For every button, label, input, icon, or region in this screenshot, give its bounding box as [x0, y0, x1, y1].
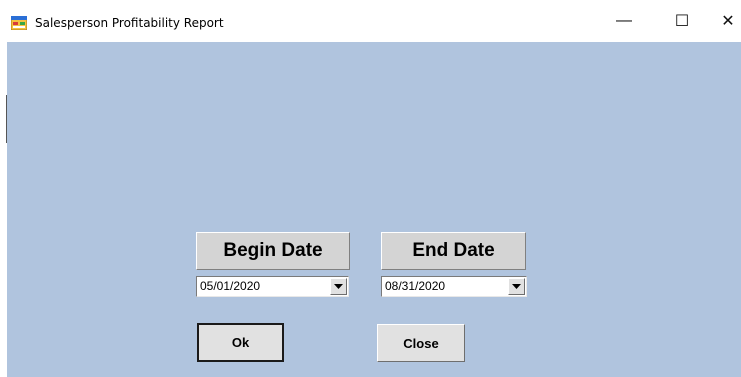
end-date-label-text: End Date [412, 240, 495, 261]
chevron-down-icon [334, 284, 343, 289]
window-title: Salesperson Profitability Report [35, 16, 224, 30]
begin-date-dropdown-button[interactable] [330, 278, 347, 295]
end-date-picker[interactable]: 08/31/2020 [381, 276, 527, 297]
close-button-label: Close [403, 335, 439, 351]
minimize-icon: — [616, 12, 632, 29]
end-date-value[interactable]: 08/31/2020 [385, 279, 445, 293]
close-icon: ✕ [721, 13, 735, 30]
close-button[interactable]: Close [377, 324, 465, 362]
app-form-icon[interactable] [10, 15, 28, 31]
minimize-button[interactable]: — [601, 0, 647, 42]
chevron-down-icon [512, 284, 521, 289]
ok-button[interactable]: Ok [197, 323, 284, 362]
maximize-icon: ☐ [674, 13, 690, 30]
maximize-button[interactable]: ☐ [659, 0, 705, 42]
ok-button-label: Ok [231, 335, 250, 350]
end-date-dropdown-button[interactable] [508, 278, 525, 295]
form-client-area [7, 42, 741, 377]
begin-date-value[interactable]: 05/01/2020 [200, 279, 260, 293]
begin-date-label-text: Begin Date [223, 240, 323, 261]
begin-date-picker[interactable]: 05/01/2020 [196, 276, 349, 297]
end-date-label: End Date [381, 232, 526, 270]
app-window: Salesperson Profitability Report — ☐ ✕ B… [0, 0, 741, 377]
title-bar[interactable]: Salesperson Profitability Report — ☐ ✕ [0, 0, 741, 42]
begin-date-label: Begin Date [196, 232, 350, 270]
close-window-button[interactable]: ✕ [705, 0, 741, 42]
